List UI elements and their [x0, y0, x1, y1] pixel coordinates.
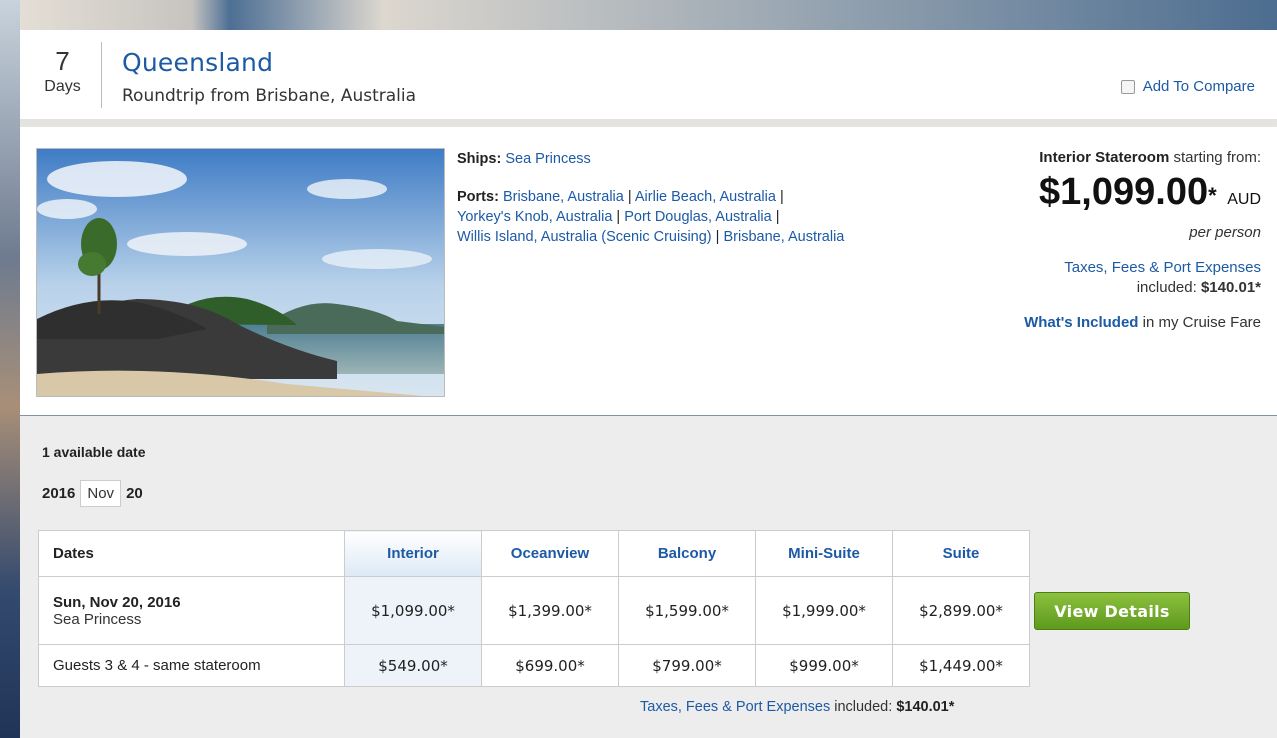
port-link-willis-island[interactable]: Willis Island, Australia (Scenic Cruisin…	[457, 229, 712, 245]
sailing-date: Sun, Nov 20, 2016	[53, 593, 181, 611]
compare-checkbox[interactable]	[1120, 79, 1135, 94]
header-interior[interactable]: Interior	[344, 530, 482, 577]
guest-price-mini-suite: $999.00*	[755, 644, 893, 687]
ships-line: Ships: Sea Princess	[457, 149, 947, 169]
compare-label[interactable]: Add To Compare	[1143, 78, 1255, 95]
year-label: 2016	[42, 485, 76, 502]
price-interior[interactable]: $1,099.00*	[344, 576, 482, 645]
port-link-brisbane[interactable]: Brisbane, Australia	[503, 189, 624, 205]
port-separator: |	[623, 189, 635, 205]
footer-tax-amount: $140.01*	[896, 699, 955, 715]
taxes-fees-link[interactable]: Taxes, Fees & Port Expenses	[921, 259, 1261, 276]
tax-amount: $140.01*	[1200, 279, 1261, 296]
port-separator: |	[612, 209, 625, 225]
dates-section: 1 available date 2016 Nov 20 Dates Inter…	[20, 416, 1277, 738]
guest-price-suite: $1,449.00*	[892, 644, 1030, 687]
whats-included-line: What's Included in my Cruise Fare	[921, 314, 1261, 331]
days-label: Days	[44, 78, 81, 95]
destination-photo	[36, 148, 445, 397]
price-oceanview[interactable]: $1,399.00*	[481, 576, 619, 645]
port-link-port-douglas[interactable]: Port Douglas, Australia	[624, 209, 772, 225]
footer-included-label: included:	[830, 699, 897, 715]
price-amount: $1,099.00	[1039, 171, 1209, 213]
whats-included-text: in my Cruise Fare	[1138, 314, 1261, 331]
price-summary: Interior Stateroom starting from: $1,099…	[921, 149, 1261, 331]
port-link-yorkeys-knob[interactable]: Yorkey's Knob, Australia	[457, 209, 612, 225]
divider	[101, 42, 102, 108]
port-separator: |	[771, 209, 780, 225]
view-details-button[interactable]: View Details	[1034, 592, 1190, 630]
fares-header-row: Dates Interior Oceanview Balcony Mini-Su…	[38, 530, 1030, 577]
guest-price-oceanview: $699.00*	[481, 644, 619, 687]
month-tab[interactable]: Nov	[80, 480, 122, 507]
fares-table: Dates Interior Oceanview Balcony Mini-Su…	[38, 530, 1030, 687]
background-banner	[0, 0, 1277, 30]
stateroom-type: Interior Stateroom	[1039, 149, 1170, 166]
whats-included-link[interactable]: What's Included	[1024, 314, 1138, 331]
cruise-header: 7 Days Queensland Roundtrip from Brisban…	[20, 30, 1277, 119]
price-asterisk: *	[1208, 183, 1217, 208]
add-to-compare[interactable]: Add To Compare	[1120, 78, 1255, 95]
price-suite[interactable]: $2,899.00*	[892, 576, 1030, 645]
footer-taxes-link[interactable]: Taxes, Fees & Port Expenses	[640, 699, 830, 715]
available-dates-count: 1 available date	[42, 444, 146, 460]
ports-line: Ports: Brisbane, Australia | Airlie Beac…	[457, 187, 947, 247]
day-option[interactable]: 20	[126, 485, 143, 502]
port-link-airlie-beach[interactable]: Airlie Beach, Australia	[635, 189, 776, 205]
sailing-ship: Sea Princess	[53, 610, 142, 628]
starting-price: $1,099.00* AUD	[921, 170, 1261, 222]
currency: AUD	[1227, 191, 1261, 208]
guest-price-balcony: $799.00*	[618, 644, 756, 687]
cruise-subtitle: Roundtrip from Brisbane, Australia	[122, 86, 417, 106]
ports-label: Ports:	[457, 189, 499, 205]
footer-tax-note: Taxes, Fees & Port Expenses included: $1…	[640, 699, 954, 715]
cruise-info: Ships: Sea Princess Ports: Brisbane, Aus…	[457, 149, 947, 247]
header-suite[interactable]: Suite	[892, 530, 1030, 577]
port-link-brisbane-return[interactable]: Brisbane, Australia	[723, 229, 844, 245]
sailing-date-cell: Sun, Nov 20, 2016 Sea Princess	[38, 576, 345, 645]
per-person: per person	[1189, 224, 1261, 241]
starting-from: starting from:	[1169, 149, 1261, 166]
cruise-title[interactable]: Queensland	[122, 48, 273, 77]
ship-link[interactable]: Sea Princess	[505, 151, 590, 167]
tax-included: included: $140.01*	[921, 279, 1261, 296]
header-balcony[interactable]: Balcony	[618, 530, 756, 577]
days-number: 7	[55, 46, 70, 76]
header-oceanview[interactable]: Oceanview	[481, 530, 619, 577]
port-separator: |	[711, 229, 724, 245]
price-mini-suite[interactable]: $1,999.00*	[755, 576, 893, 645]
guest-price-interior: $549.00*	[344, 644, 482, 687]
table-row: Sun, Nov 20, 2016 Sea Princess $1,099.00…	[38, 576, 1030, 645]
cruise-summary-card: Ships: Sea Princess Ports: Brisbane, Aus…	[20, 127, 1277, 415]
price-balcony[interactable]: $1,599.00*	[618, 576, 756, 645]
header-mini-suite[interactable]: Mini-Suite	[755, 530, 893, 577]
guests-label: Guests 3 & 4 - same stateroom	[38, 644, 345, 687]
ships-label: Ships:	[457, 151, 502, 167]
background-strip	[0, 0, 20, 738]
stateroom-line: Interior Stateroom starting from:	[921, 149, 1261, 166]
header-dates: Dates	[38, 530, 345, 577]
port-separator: |	[775, 189, 784, 205]
table-row: Guests 3 & 4 - same stateroom $549.00* $…	[38, 644, 1030, 687]
date-selector: 2016 Nov 20	[42, 480, 143, 507]
duration-block: 7 Days	[20, 46, 105, 96]
tax-included-label: included:	[1136, 279, 1201, 296]
